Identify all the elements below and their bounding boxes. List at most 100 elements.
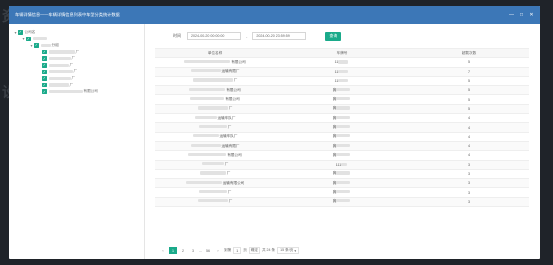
maximize-icon[interactable]: □: [519, 12, 524, 18]
last-page-button[interactable]: 56: [204, 247, 212, 254]
checkbox-checked-icon[interactable]: ✓: [42, 63, 47, 68]
page-button[interactable]: 1: [169, 247, 177, 254]
column-header[interactable]: 车牌号: [275, 47, 409, 59]
modal-title: 车辆详情信息——车辆详情信息列表中车型分类统计数据: [15, 12, 120, 17]
total-count: 共 24 条: [261, 248, 276, 252]
tree-item[interactable]: ✓ 厂: [13, 49, 140, 56]
checkbox-checked-icon[interactable]: ✓: [42, 82, 47, 88]
table-row[interactable]: 有限公司 冀 5: [155, 94, 529, 105]
confirm-button[interactable]: 确定: [248, 247, 260, 254]
prev-page-button[interactable]: ‹: [159, 247, 167, 254]
start-time-input[interactable]: 2024-00-20 00:00:00: [187, 32, 241, 40]
redacted-text: [336, 134, 351, 138]
overload-table: 单位名称 车牌号 超载次数 有限公司 11 5 运输有限厂 11 7 厂 11 5 有限公司冀 5 有…: [155, 47, 529, 208]
checkbox-checked-icon[interactable]: ✓: [34, 43, 39, 48]
checkbox-checked-icon[interactable]: ✓: [42, 49, 47, 55]
redacted-text: [48, 63, 69, 67]
tree-item-label: 厂: [69, 82, 74, 87]
end-time-input[interactable]: 2024-00-20 23:59:59: [252, 32, 307, 40]
tree-item[interactable]: ✓ 厂: [13, 62, 140, 69]
table-row[interactable]: 厂 111 3: [155, 160, 529, 170]
checkbox-checked-icon[interactable]: ✓: [42, 69, 47, 75]
redacted-text: [48, 50, 75, 54]
tree-root[interactable]: ▾ ✓ 公司名: [13, 29, 140, 36]
redacted-text: [338, 78, 349, 83]
table-row[interactable]: 运输有限公司 冀 3: [155, 178, 529, 189]
table-row[interactable]: 有限公司 11 5: [155, 57, 529, 68]
checkbox-checked-icon[interactable]: ✓: [42, 89, 47, 94]
cell-overload-count: 3: [409, 160, 529, 170]
company-suffix: 有限公司: [225, 97, 240, 102]
tree-item[interactable]: ✓ 厂: [13, 55, 140, 62]
close-icon[interactable]: ✕: [529, 12, 534, 18]
modal-header: 车辆详情信息——车辆详情信息列表中车型分类统计数据 — □ ✕: [9, 6, 540, 24]
cell-company: 运输车队厂: [155, 132, 275, 142]
checkbox-checked-icon[interactable]: ✓: [42, 76, 47, 81]
cell-overload-count: 3: [409, 169, 529, 180]
table-row[interactable]: 厂 11 5: [155, 76, 529, 87]
page-ellipsis: ...: [199, 248, 202, 253]
table-row[interactable]: 有限公司 冀 4: [155, 150, 529, 161]
table-row[interactable]: 运输有限厂 冀 4: [155, 141, 529, 152]
next-page-button[interactable]: ›: [214, 247, 222, 254]
cell-overload-count: 4: [409, 141, 529, 152]
range-separator: -: [246, 33, 248, 39]
cell-overload-count: 3: [409, 187, 529, 198]
cell-company: 运输有限公司: [155, 178, 275, 189]
cell-company: 有限公司: [155, 85, 275, 96]
redacted-text: [197, 106, 228, 110]
tree-item-label: 有限公司: [83, 89, 98, 94]
cell-overload-count: 7: [409, 67, 529, 77]
redacted-text: [189, 87, 226, 91]
cell-plate: 11: [275, 76, 409, 87]
cell-company: 厂: [155, 160, 275, 170]
cell-company: 厂: [155, 122, 275, 133]
company-suffix: 运输有限厂: [221, 69, 240, 74]
tree-item[interactable]: ✓ 厂: [13, 75, 140, 82]
cell-company: 有限公司: [155, 57, 275, 68]
company-suffix: 有限公司: [227, 153, 242, 157]
table-row[interactable]: 运输有限厂 11 7: [155, 67, 529, 77]
column-header[interactable]: 超载次数: [409, 47, 529, 59]
table-row[interactable]: 厂 冀5: [155, 104, 529, 115]
cell-plate: 冀: [275, 150, 409, 161]
cell-company: 运输有限厂: [155, 141, 275, 152]
cell-overload-count: 5: [409, 76, 529, 87]
redacted-text: [336, 87, 351, 91]
per-page-select[interactable]: 15 条/页 ▾: [277, 247, 300, 254]
cell-company: 运输有限厂: [155, 67, 275, 77]
goto-page-input[interactable]: 1: [233, 247, 242, 254]
table-row[interactable]: 运输车队厂 冀 4: [155, 132, 529, 142]
tree-item[interactable]: ✓ 厂: [13, 69, 140, 76]
checkbox-checked-icon[interactable]: ✓: [26, 36, 31, 42]
query-button[interactable]: 查询: [325, 31, 342, 41]
redacted-text: [336, 180, 351, 184]
redacted-text: [336, 124, 351, 129]
cell-overload-count: 4: [409, 113, 529, 124]
cell-company: 厂: [155, 197, 275, 208]
redacted-text: [48, 76, 71, 81]
company-suffix: 厂: [228, 199, 233, 204]
redacted-text: [48, 57, 71, 61]
tree-item[interactable]: ✓ 有限公司: [13, 88, 140, 95]
checkbox-checked-icon[interactable]: ✓: [18, 30, 23, 35]
table-row[interactable]: 有限公司 冀 5: [155, 85, 529, 96]
minimize-icon[interactable]: —: [509, 12, 514, 18]
page-button[interactable]: 2: [179, 247, 187, 254]
tree-item[interactable]: ✓ 厂: [13, 82, 140, 89]
table-row[interactable]: 厂 冀3: [155, 187, 529, 198]
tree-group[interactable]: ▾ ✓: [13, 36, 140, 43]
redacted-text: [201, 162, 224, 166]
table-row[interactable]: 厂 冀3: [155, 197, 529, 208]
redacted-text: [48, 83, 69, 87]
checkbox-checked-icon[interactable]: ✓: [42, 56, 47, 61]
table-row[interactable]: 厂 冀3: [155, 169, 529, 180]
table-row[interactable]: 厂 冀4: [155, 122, 529, 133]
table-row[interactable]: 运输车队厂 冀 4: [155, 113, 529, 124]
cell-overload-count: 4: [409, 122, 529, 133]
redacted-text: [48, 90, 83, 94]
column-header[interactable]: 单位名称: [155, 47, 275, 59]
tree-group[interactable]: ▾ ✓ 分组: [13, 42, 140, 49]
redacted-text: [188, 152, 227, 156]
page-button[interactable]: 3: [189, 247, 197, 254]
